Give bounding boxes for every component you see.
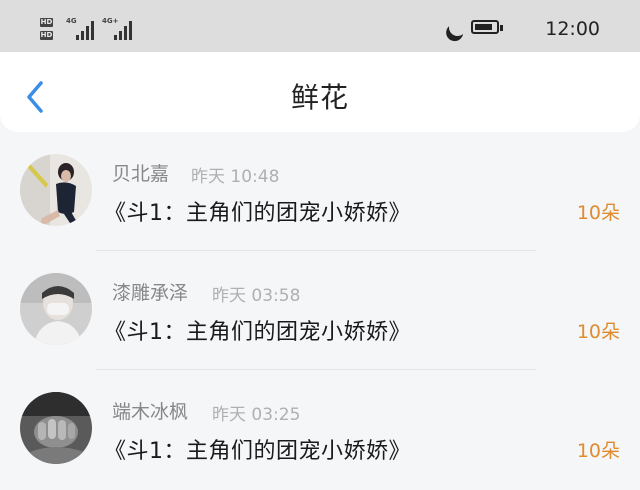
page-title: 鲜花 (290, 81, 349, 114)
book-title: 《斗1：主角们的团宠小娇娇》 (104, 439, 411, 464)
hd-badge-sim2: HD (40, 31, 53, 40)
page-header: 鲜花 (0, 52, 640, 132)
flower-quantity: 10朵 (576, 321, 620, 343)
list-item[interactable]: 端木冰枫 昨天 03:25 《斗1：主角们的团宠小娇娇》 10朵 (0, 370, 640, 490)
flower-quantity: 10朵 (576, 202, 620, 224)
book-title: 《斗1：主角们的团宠小娇娇》 (104, 201, 411, 226)
list-item[interactable]: 漆雕承泽 昨天 03:58 《斗1：主角们的团宠小娇娇》 10朵 (0, 251, 640, 371)
book-title: 《斗1：主角们的团宠小娇娇》 (104, 320, 411, 345)
avatar[interactable] (20, 392, 92, 464)
do-not-disturb-moon-icon (446, 16, 469, 39)
avatar[interactable] (20, 273, 92, 345)
gift-time: 昨天 03:25 (212, 405, 301, 425)
gift-time: 昨天 03:58 (212, 286, 301, 306)
user-name: 贝北嘉 (112, 163, 170, 185)
hd-badge-sim1: HD (40, 18, 53, 27)
user-name: 漆雕承泽 (112, 282, 189, 304)
list-item[interactable]: 贝北嘉 昨天 10:48 《斗1：主角们的团宠小娇娇》 10朵 (0, 132, 640, 252)
battery-tip (500, 25, 503, 31)
signal-bars-sim2-icon (114, 16, 134, 40)
signal-bars-sim1-icon (76, 16, 96, 40)
user-name: 端木冰枫 (112, 401, 189, 423)
avatar[interactable] (20, 154, 92, 226)
battery-icon (471, 20, 499, 34)
status-clock: 12:00 (545, 18, 600, 40)
gift-time: 昨天 10:48 (191, 167, 280, 187)
flower-quantity: 10朵 (576, 440, 620, 462)
status-bar: HD HD 4G 4G+ 12:00 (0, 0, 640, 52)
